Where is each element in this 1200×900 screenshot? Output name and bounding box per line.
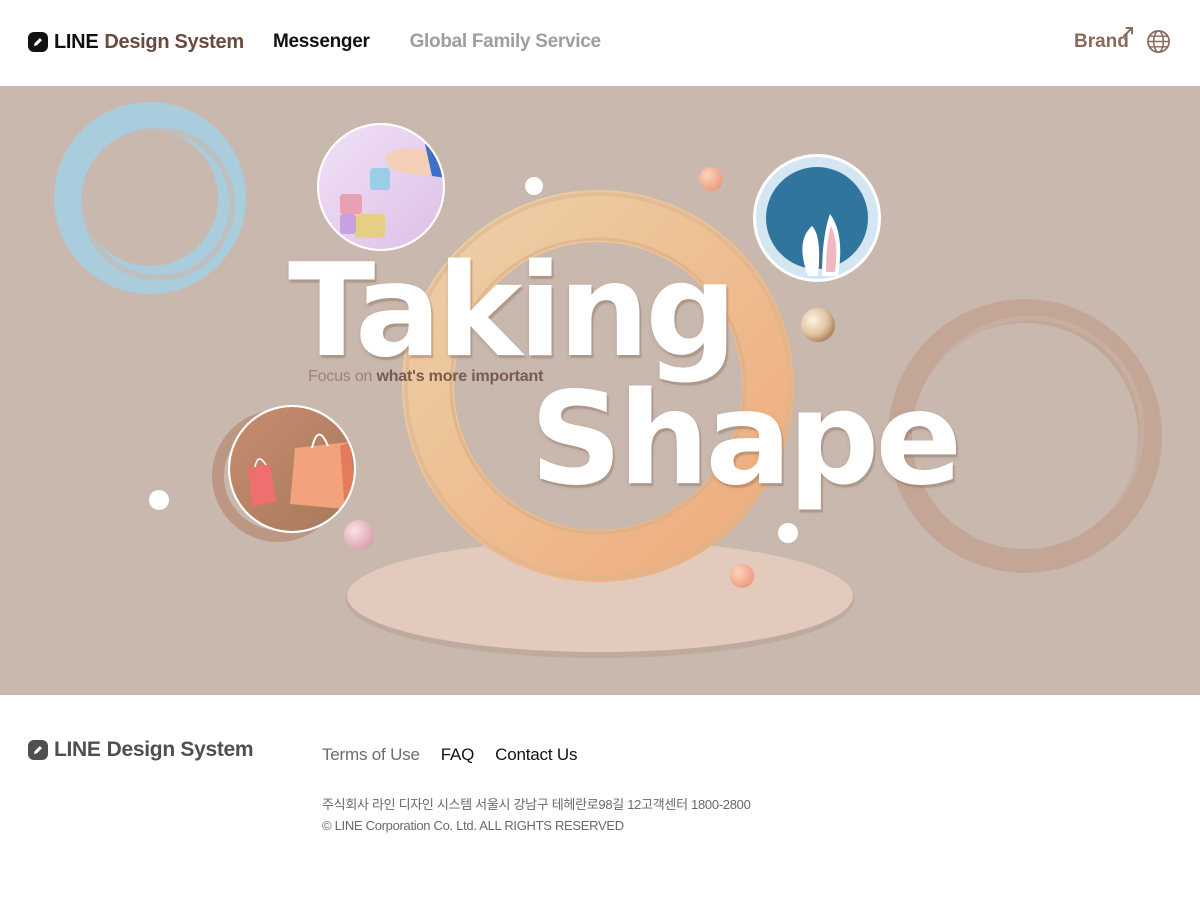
copyright-text: © LINE Corporation Co. Ltd. ALL RIGHTS R… xyxy=(322,818,624,833)
tagline-prefix: Focus on xyxy=(308,368,373,385)
terms-of-use-link[interactable]: Terms of Use xyxy=(322,745,420,765)
faq-link[interactable]: FAQ xyxy=(441,745,475,765)
line-logo-icon xyxy=(28,740,48,760)
company-address: 주식회사 라인 디자인 시스템 서울시 강남구 테헤란로98길 12고객센터 1… xyxy=(322,797,751,812)
blue-brush-ring xyxy=(54,102,246,294)
footer-logo-suffix: Design System xyxy=(106,738,254,761)
external-link-icon xyxy=(1123,27,1133,37)
hero-title-line1: Taking xyxy=(288,237,737,386)
white-ball xyxy=(525,177,543,195)
nav-messenger[interactable]: Messenger xyxy=(273,31,370,53)
home-logo-link[interactable]: LINE Design System xyxy=(28,30,244,54)
contact-us-link[interactable]: Contact Us xyxy=(495,745,577,765)
gold-ball xyxy=(801,308,835,342)
nav-global-family-service[interactable]: Global Family Service xyxy=(410,31,601,53)
white-ball xyxy=(149,490,169,510)
footer-logo[interactable]: LINE Design System xyxy=(28,738,254,762)
main-nav: Messenger Global Family Service xyxy=(273,31,641,53)
tagline-emphasis: what's more important xyxy=(376,368,544,385)
orange-ball xyxy=(730,564,754,588)
hero-title-line2: Shape xyxy=(530,365,962,514)
globe-icon[interactable] xyxy=(1146,29,1171,54)
footer-logo-word: LINE xyxy=(54,738,101,761)
pink-ball xyxy=(344,520,374,550)
shopping-bag-image-bubble xyxy=(228,405,356,533)
puzzle-image-bubble xyxy=(317,123,445,251)
hero-tagline: Focus on what's more important xyxy=(308,368,543,386)
footer-nav: Terms of Use FAQ Contact Us xyxy=(322,745,598,765)
orange-ball xyxy=(699,167,723,191)
site-header: LINE Design System Messenger Global Fami… xyxy=(0,0,1200,86)
white-ball xyxy=(778,523,798,543)
logo-suffix: Design System xyxy=(104,30,244,53)
hero-banner: Taking Focus on what's more important Sh… xyxy=(0,86,1200,695)
brand-link[interactable]: Brand xyxy=(1074,31,1129,53)
line-logo-icon xyxy=(28,32,48,52)
rabbit-image-bubble xyxy=(753,154,881,282)
logo-word: LINE xyxy=(54,30,99,53)
